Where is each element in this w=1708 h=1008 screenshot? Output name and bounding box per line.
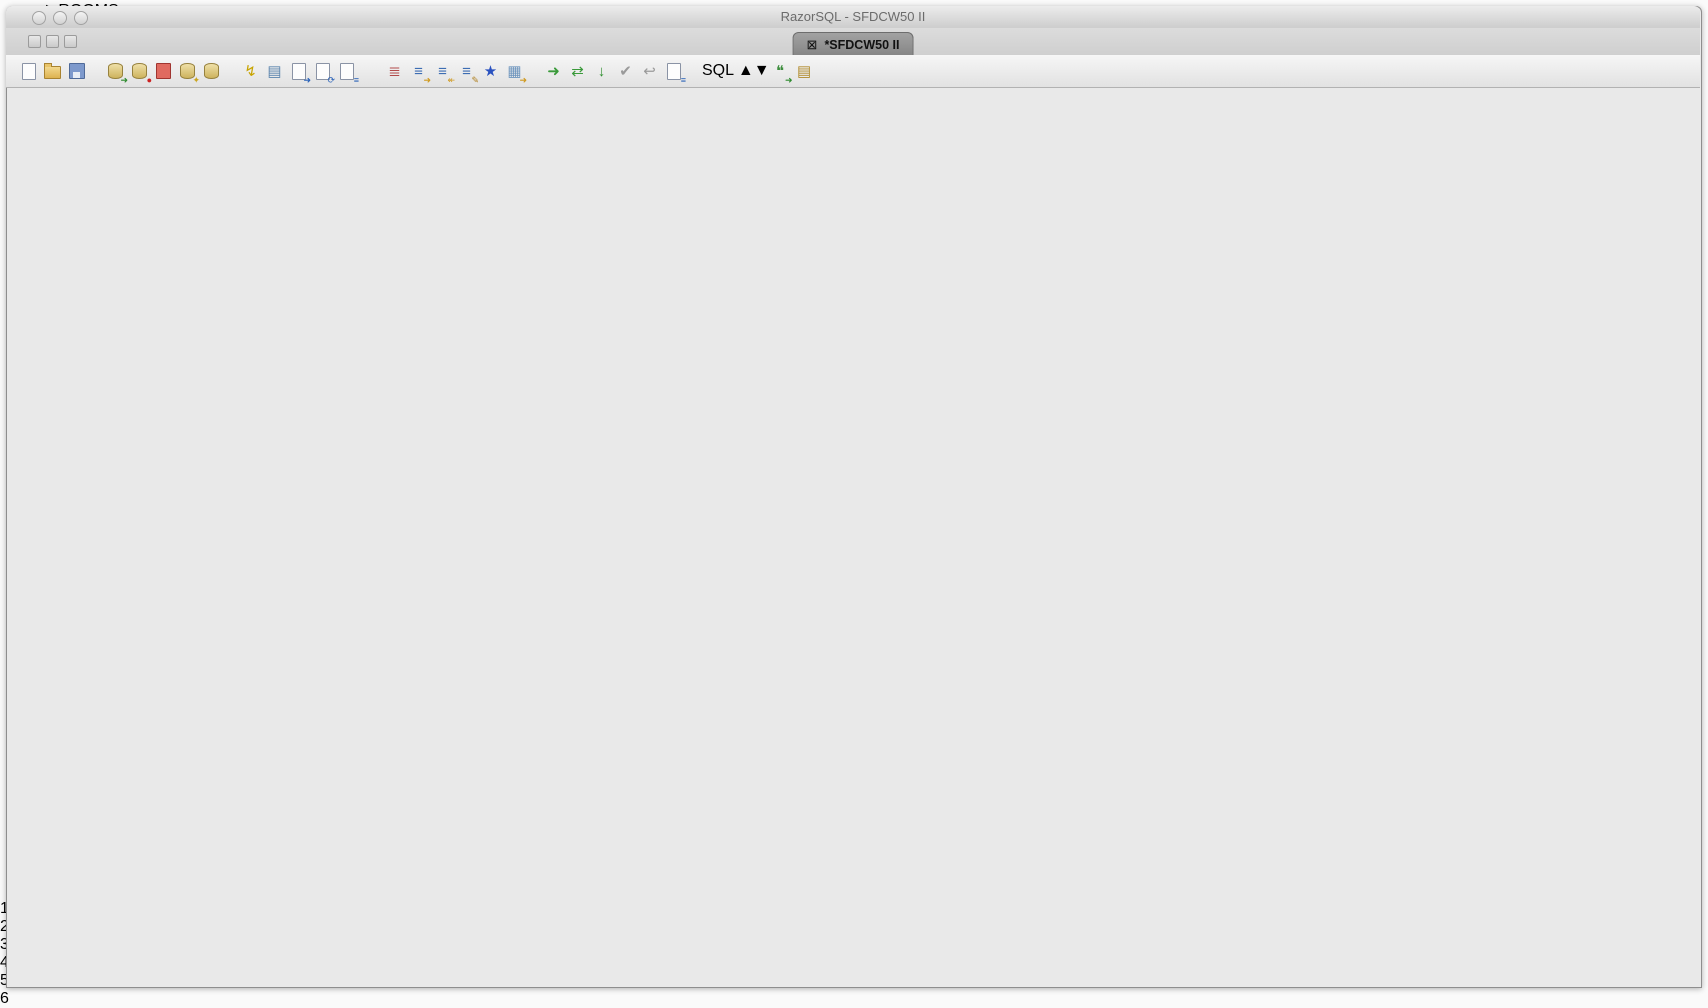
format-sql-icon[interactable]: ≡✎ <box>456 61 477 82</box>
toolbar-group: ❝➜▤ <box>770 61 815 82</box>
query-list-icon[interactable]: ▤ <box>794 61 815 82</box>
document-tab[interactable]: ⊠ *SFDCW50 II <box>793 32 914 56</box>
frame-close-button[interactable] <box>64 35 77 48</box>
statement-type-select[interactable]: SQL ▲▼ <box>702 62 770 80</box>
disconnect-icon[interactable]: ● <box>129 61 150 82</box>
find-text-icon[interactable]: ❝➜ <box>770 61 791 82</box>
export-results-icon[interactable]: ➜ <box>288 61 309 82</box>
open-file-icon[interactable] <box>42 61 63 82</box>
app-window <box>6 6 1702 988</box>
view-text-icon[interactable]: ≡ <box>336 61 357 82</box>
title-bar[interactable]: RazorSQL - SFDCW50 II <box>6 6 1700 29</box>
help-book-icon[interactable] <box>360 61 381 82</box>
line-number: 6 <box>0 990 1708 1008</box>
new-file-icon[interactable] <box>18 61 39 82</box>
execute-forward-icon[interactable]: ➜ <box>543 61 564 82</box>
toolbar-icon-groups-right: ❝➜▤ <box>770 61 833 82</box>
sql-history-icon[interactable]: ≡ <box>663 61 684 82</box>
save-icon[interactable] <box>66 61 87 82</box>
commit-icon[interactable]: ✔ <box>615 61 636 82</box>
toolbar-group: ↯▤➜⟳≡ ≣≡➜≡↞≡✎★▦➜ <box>240 61 525 82</box>
switch-connection-icon[interactable]: ⇄ <box>567 61 588 82</box>
statement-type-value: SQL <box>702 62 733 79</box>
toolbar-group: ➜⇄↓✔↩≡ <box>543 61 684 82</box>
toolbar-icon-groups: ➜●✦↯▤➜⟳≡≣≡➜≡↞≡✎★▦➜➜⇄↓✔↩≡ <box>18 61 702 82</box>
screen: RazorSQL - SFDCW50 II ⊠ *SFDCW50 II ➜●✦↯… <box>0 0 1708 1008</box>
next-results-icon[interactable]: ≡➜ <box>408 61 429 82</box>
favorites-icon[interactable]: ★ <box>480 61 501 82</box>
result-list-icon[interactable]: ≣ <box>384 61 405 82</box>
stepper-icon: ▲▼ <box>738 62 770 79</box>
connection-icon[interactable] <box>201 61 222 82</box>
document-tab-strip: ⊠ *SFDCW50 II <box>6 28 1700 56</box>
toolbar-group: ➜● ✦ <box>105 61 222 82</box>
close-document-icon[interactable]: ⊠ <box>807 37 818 53</box>
main-toolbar: ➜●✦↯▤➜⟳≡≣≡➜≡↞≡✎★▦➜➜⇄↓✔↩≡ SQL ▲▼ ❝➜▤ <box>6 55 1700 88</box>
refresh-query-icon[interactable]: ⟳ <box>312 61 333 82</box>
close-connection-icon[interactable] <box>153 61 174 82</box>
window-title: RazorSQL - SFDCW50 II <box>6 6 1700 28</box>
prev-results-icon[interactable]: ≡↞ <box>432 61 453 82</box>
frame-restore-button[interactable] <box>46 35 59 48</box>
frame-minimize-button[interactable] <box>28 35 41 48</box>
execute-sql-icon[interactable]: ↯ <box>240 61 261 82</box>
import-data-icon[interactable]: ➜ <box>105 61 126 82</box>
rollback-icon[interactable]: ↩ <box>639 61 660 82</box>
describe-table-icon[interactable]: ▤ <box>264 61 285 82</box>
toolbar-group <box>18 61 87 82</box>
fetch-more-icon[interactable]: ↓ <box>591 61 612 82</box>
edit-table-data-icon[interactable]: ▦➜ <box>504 61 525 82</box>
new-connection-icon[interactable]: ✦ <box>177 61 198 82</box>
frame-buttons <box>28 35 77 48</box>
document-tab-label: *SFDCW50 II <box>824 38 899 52</box>
